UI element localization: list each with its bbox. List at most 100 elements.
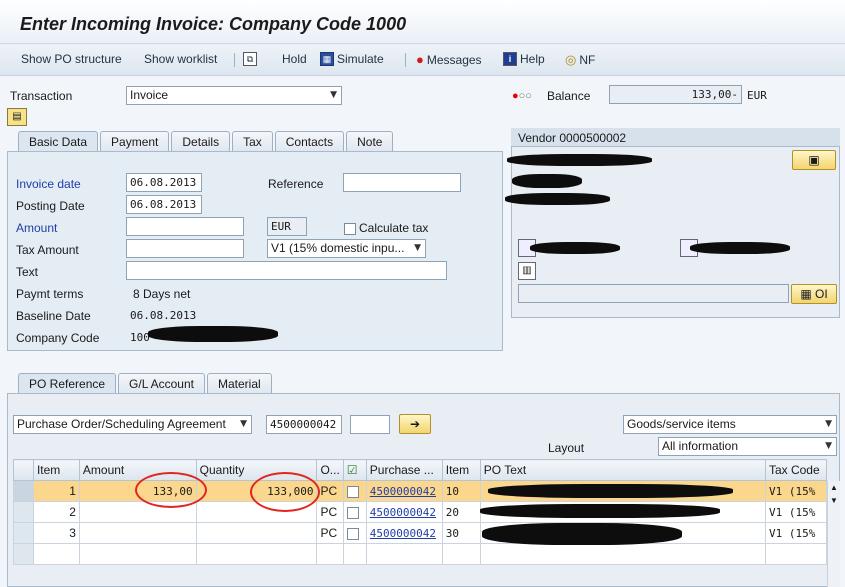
table-row[interactable]: [13, 543, 828, 565]
checkbox-icon: [346, 527, 359, 540]
purchase-order-link[interactable]: 4500000042: [365, 522, 443, 544]
application-toolbar: Show PO structure Show worklist ⧉ Hold ▦…: [0, 44, 845, 76]
table-row[interactable]: 3 PC 4500000042 30 V1 (15%: [13, 522, 828, 544]
po-item-cell: 30: [441, 522, 481, 544]
select-cell[interactable]: [342, 480, 367, 502]
nf-button[interactable]: ◎ NF: [565, 52, 595, 68]
transfer-button[interactable]: ➔: [399, 414, 431, 434]
tab-basic-data[interactable]: Basic Data: [18, 131, 99, 151]
column-header-select-icon[interactable]: ☑: [342, 459, 367, 481]
paymt-terms-label: Paymt terms: [16, 287, 84, 301]
traffic-light-icon: ●○○: [512, 90, 532, 102]
text-field[interactable]: [126, 261, 447, 280]
other-invoice-button[interactable]: ⧉: [243, 52, 257, 66]
simulate-button[interactable]: ▦ Simulate: [320, 52, 384, 66]
calculate-tax-label: Calculate tax: [359, 221, 429, 235]
unit-cell: PC: [316, 522, 344, 544]
vertical-scrollbar[interactable]: ▲ ▼: [827, 481, 840, 587]
hold-button[interactable]: Hold: [282, 52, 307, 66]
open-items-icon: ▦: [800, 287, 815, 301]
item-cell: 3: [32, 522, 80, 544]
vendor-title: Vendor 0000500002: [518, 131, 627, 145]
posting-date-field[interactable]: 06.08.2013: [126, 195, 202, 214]
tax-amount-field[interactable]: [126, 239, 244, 258]
goods-service-select[interactable]: Goods/service items: [623, 415, 837, 434]
balance-currency: EUR: [747, 89, 767, 102]
messages-label: Messages: [426, 52, 482, 67]
invoice-date-label: Invoice date: [16, 177, 81, 191]
unit-cell: PC: [316, 480, 344, 502]
tab-payment[interactable]: Payment: [100, 131, 170, 151]
tax-code-cell[interactable]: V1 (15%: [764, 501, 828, 523]
transaction-select[interactable]: Invoice: [126, 86, 342, 105]
redaction-mark: [512, 174, 582, 188]
check-icon: ☑: [346, 463, 358, 477]
calculate-tax-checkbox[interactable]: [344, 221, 356, 235]
open-items-button[interactable]: ▦ OI: [791, 284, 837, 304]
row-selector[interactable]: [13, 480, 34, 502]
messages-button[interactable]: ● Messages: [416, 52, 482, 67]
tax-code-cell[interactable]: V1 (15%: [764, 522, 828, 544]
redaction-mark: [505, 193, 610, 205]
invoice-date-field[interactable]: 06.08.2013: [126, 173, 202, 192]
tab-note[interactable]: Note: [346, 131, 394, 151]
po-item-field[interactable]: [350, 415, 390, 434]
column-header-po-item[interactable]: Item: [441, 459, 481, 481]
reference-field[interactable]: [343, 173, 461, 192]
currency-field: EUR: [267, 217, 307, 236]
po-type-select[interactable]: Purchase Order/Scheduling Agreement: [13, 415, 252, 434]
redaction-mark: [488, 484, 733, 498]
reference-tabstrip: PO Reference G/L Account Material: [18, 373, 274, 393]
select-cell[interactable]: [342, 501, 367, 523]
tab-po-reference[interactable]: PO Reference: [18, 373, 117, 393]
scroll-down-icon[interactable]: ▼: [828, 496, 840, 505]
expand-header-icon[interactable]: ▤: [7, 108, 27, 126]
header-tabstrip: Basic Data Payment Details Tax Contacts …: [18, 131, 395, 151]
vendor-display-button[interactable]: ▣: [792, 150, 836, 170]
bank-icon[interactable]: ▥: [518, 262, 536, 280]
tab-details[interactable]: Details: [171, 131, 231, 151]
po-number-field[interactable]: 4500000042: [266, 415, 342, 434]
display-icon: ▣: [808, 153, 820, 167]
checkbox-icon: [346, 485, 359, 498]
column-header-tax-code[interactable]: Tax Code: [764, 459, 828, 481]
help-button[interactable]: i Help: [503, 52, 545, 66]
row-selector[interactable]: [13, 522, 34, 544]
goods-service-value: Goods/service items: [627, 417, 736, 431]
amount-cell[interactable]: [78, 522, 197, 544]
text-label: Text: [16, 265, 39, 279]
column-header-purchase-order[interactable]: Purchase ...: [365, 459, 443, 481]
row-selector[interactable]: [13, 501, 34, 523]
tax-code-cell[interactable]: V1 (15%: [764, 480, 828, 502]
column-header-po-text[interactable]: PO Text: [479, 459, 766, 481]
column-header-item[interactable]: Item: [32, 459, 80, 481]
toolbar-separator: [234, 53, 235, 67]
tab-tax[interactable]: Tax: [232, 131, 273, 151]
annotation-circle: [250, 472, 320, 512]
tax-code-value: V1 (15% domestic inpu...: [271, 241, 405, 255]
page-title: Enter Incoming Invoice: Company Code 100…: [20, 14, 407, 34]
show-worklist-button[interactable]: Show worklist: [144, 52, 217, 66]
po-item-cell: 20: [441, 501, 481, 523]
paymt-terms-value: 8 Days net: [133, 287, 191, 301]
amount-field[interactable]: [126, 217, 244, 236]
baseline-date-label: Baseline Date: [16, 309, 91, 323]
column-header-order-unit[interactable]: O...: [316, 459, 344, 481]
show-po-structure-button[interactable]: Show PO structure: [21, 52, 122, 66]
row-selector-header[interactable]: [13, 459, 34, 481]
purchase-order-link[interactable]: 4500000042: [365, 480, 443, 502]
nf-icon: ◎: [565, 52, 577, 67]
tab-contacts[interactable]: Contacts: [274, 131, 345, 151]
tax-code-select[interactable]: V1 (15% domestic inpu...: [267, 239, 426, 258]
tab-material[interactable]: Material: [206, 373, 272, 393]
layout-select[interactable]: All information: [658, 437, 837, 456]
select-cell[interactable]: [342, 522, 367, 544]
checkbox-icon: [344, 222, 356, 235]
quantity-cell[interactable]: [195, 522, 318, 544]
purchase-order-link[interactable]: 4500000042: [365, 501, 443, 523]
company-code-value: 100: [130, 331, 150, 344]
scroll-up-icon[interactable]: ▲: [828, 483, 840, 492]
tab-gl-account[interactable]: G/L Account: [118, 373, 205, 393]
item-cell: 1: [32, 480, 80, 502]
row-selector[interactable]: [13, 543, 34, 565]
